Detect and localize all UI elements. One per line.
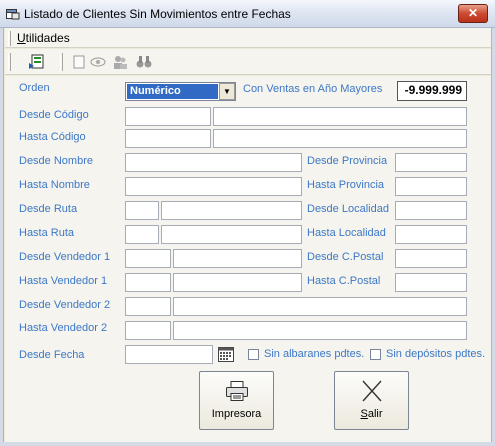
ventas-label: Con Ventas en Año Mayores (243, 83, 383, 95)
hasta-codigo-input[interactable] (125, 129, 211, 148)
hasta-localidad-input[interactable] (395, 225, 467, 244)
desde-ruta-input[interactable] (125, 201, 159, 220)
hasta-ruta-label: Hasta Ruta (19, 227, 75, 239)
desde-vendedor2-input[interactable] (125, 297, 171, 316)
calendar-icon[interactable] (217, 345, 235, 363)
app-icon (6, 9, 20, 20)
chevron-down-icon[interactable]: ▼ (219, 83, 235, 100)
run-icon[interactable] (28, 53, 46, 71)
close-button[interactable]: ✕ (458, 4, 488, 23)
desde-vendedor1-desc (173, 249, 302, 268)
desde-vendedor2-label: Desde Vendedor 2 (19, 299, 111, 311)
desde-cpostal-label: Desde C.Postal (307, 251, 384, 263)
desde-codigo-label: Desde Código (19, 109, 89, 121)
toolbar-grip[interactable] (8, 53, 11, 71)
ventas-input[interactable]: -9.999.999 (397, 81, 467, 101)
desde-provincia-input[interactable] (395, 153, 467, 172)
people-icon[interactable] (111, 53, 129, 71)
hasta-ruta-input[interactable] (125, 225, 159, 244)
desde-vendedor1-label: Desde Vendedor 1 (19, 251, 111, 263)
window-frame-right (491, 28, 495, 446)
hasta-nombre-label: Hasta Nombre (19, 179, 90, 191)
hasta-cpostal-input[interactable] (395, 273, 467, 292)
menu-grip[interactable] (8, 31, 11, 46)
printer-icon (225, 381, 248, 401)
hasta-vendedor1-input[interactable] (125, 273, 171, 292)
salir-button[interactable]: Salir (334, 371, 409, 430)
hasta-cpostal-label: Hasta C.Postal (307, 275, 381, 287)
hasta-vendedor1-label: Hasta Vendedor 1 (19, 275, 108, 287)
hasta-vendedor2-input[interactable] (125, 321, 171, 340)
menu-bar (5, 28, 491, 48)
orden-select-value[interactable]: Numérico (126, 83, 219, 100)
hasta-codigo-label: Hasta Código (19, 131, 86, 143)
impresora-button[interactable]: Impresora (199, 371, 274, 430)
desde-cpostal-input[interactable] (395, 249, 467, 268)
binoculars-icon[interactable] (135, 53, 153, 71)
hasta-vendedor1-desc (173, 273, 302, 292)
orden-label: Orden (19, 82, 50, 94)
desde-fecha-label: Desde Fecha (19, 349, 85, 361)
desde-localidad-label: Desde Localidad (307, 203, 389, 215)
hasta-provincia-input[interactable] (395, 177, 467, 196)
hasta-ruta-desc (161, 225, 302, 244)
hasta-vendedor2-desc (173, 321, 467, 340)
page-icon[interactable] (70, 53, 88, 71)
desde-vendedor1-input[interactable] (125, 249, 171, 268)
close-icon: ✕ (467, 6, 479, 20)
desde-ruta-desc (161, 201, 302, 220)
sin-albaranes-label: Sin albaranes pdtes. (264, 348, 365, 360)
desde-provincia-label: Desde Provincia (307, 155, 388, 167)
toolbar-separator (60, 53, 63, 71)
hasta-provincia-label: Hasta Provincia (307, 179, 385, 191)
impresora-label: Impresora (211, 408, 262, 420)
window-title: Listado de Clientes Sin Movimientos entr… (24, 7, 291, 21)
hasta-codigo-desc (213, 129, 467, 148)
desde-ruta-label: Desde Ruta (19, 203, 78, 215)
sin-depositos-checkbox[interactable] (370, 349, 381, 360)
hasta-vendedor2-label: Hasta Vendedor 2 (19, 322, 108, 334)
close-x-icon (361, 380, 382, 402)
hasta-localidad-label: Hasta Localidad (307, 227, 386, 239)
window-frame-left (0, 28, 4, 446)
desde-codigo-input[interactable] (125, 107, 211, 126)
desde-vendedor2-desc (173, 297, 467, 316)
menu-utilidades[interactable]: Utilidades (17, 31, 70, 45)
sin-depositos-label: Sin depósitos pdtes. (386, 348, 486, 360)
window-frame-bottom (0, 442, 495, 446)
desde-codigo-desc (213, 107, 467, 126)
sin-albaranes-checkbox[interactable] (248, 349, 259, 360)
hasta-nombre-input[interactable] (125, 177, 302, 196)
desde-nombre-input[interactable] (125, 153, 302, 172)
view-icon[interactable] (89, 53, 107, 71)
desde-nombre-label: Desde Nombre (19, 155, 93, 167)
salir-label: Salir (360, 408, 383, 420)
desde-localidad-input[interactable] (395, 201, 467, 220)
desde-fecha-input[interactable] (125, 345, 213, 364)
